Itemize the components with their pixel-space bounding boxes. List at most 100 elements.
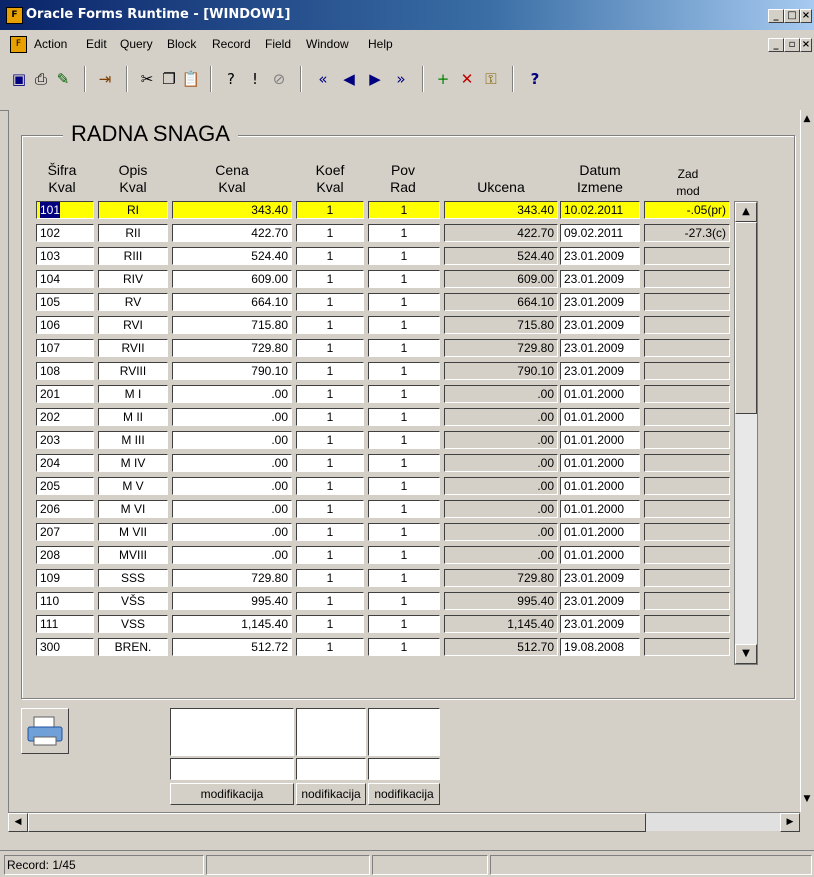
cell-koef[interactable]: 1 bbox=[296, 270, 364, 288]
cell-pov[interactable]: 1 bbox=[368, 500, 440, 518]
cell-koef[interactable]: 1 bbox=[296, 316, 364, 334]
cell-cena[interactable]: 995.40 bbox=[172, 592, 292, 610]
menu-action[interactable]: Action bbox=[34, 37, 67, 51]
clear-icon[interactable]: ✎ bbox=[52, 68, 74, 90]
enter-query-icon[interactable]: ? bbox=[220, 68, 242, 90]
horizontal-scrollbar[interactable]: ◀ ▶ bbox=[8, 812, 800, 832]
cell-cena[interactable]: .00 bbox=[172, 431, 292, 449]
mdi-close-icon[interactable]: × bbox=[800, 38, 812, 52]
cell-pov[interactable]: 1 bbox=[368, 339, 440, 357]
cell-koef[interactable]: 1 bbox=[296, 247, 364, 265]
cell-sifra[interactable]: 102 bbox=[36, 224, 94, 242]
cell-cena[interactable]: 664.10 bbox=[172, 293, 292, 311]
cell-cena[interactable]: .00 bbox=[172, 477, 292, 495]
cell-cena[interactable]: 512.72 bbox=[172, 638, 292, 656]
execute-query-icon[interactable]: ! bbox=[244, 68, 266, 90]
cell-cena[interactable]: 524.40 bbox=[172, 247, 292, 265]
cell-datum[interactable]: 01.01.2000 bbox=[560, 431, 640, 449]
cell-opis[interactable]: RVIII bbox=[98, 362, 168, 380]
cell-datum[interactable]: 10.02.2011 bbox=[560, 201, 640, 219]
cell-pov[interactable]: 1 bbox=[368, 408, 440, 426]
cell-koef[interactable]: 1 bbox=[296, 500, 364, 518]
cell-pov[interactable]: 1 bbox=[368, 523, 440, 541]
previous-record-icon[interactable]: ◀ bbox=[338, 68, 360, 90]
cell-sifra[interactable]: 300 bbox=[36, 638, 94, 656]
cell-sifra[interactable]: 109 bbox=[36, 569, 94, 587]
cell-sifra[interactable]: 103 bbox=[36, 247, 94, 265]
cell-pov[interactable]: 1 bbox=[368, 546, 440, 564]
cell-datum[interactable]: 01.01.2000 bbox=[560, 385, 640, 403]
modifikacija-button-1[interactable]: modifikacija bbox=[170, 783, 294, 805]
mdi-minimize-icon[interactable]: _ bbox=[768, 38, 784, 52]
exit-icon[interactable]: ⇥ bbox=[94, 68, 116, 90]
modifikacija-input-2[interactable] bbox=[296, 758, 366, 780]
modifikacija-field-2[interactable] bbox=[296, 708, 366, 756]
cell-sifra[interactable]: 107 bbox=[36, 339, 94, 357]
cell-pov[interactable]: 1 bbox=[368, 454, 440, 472]
cell-sifra[interactable]: 104 bbox=[36, 270, 94, 288]
cell-datum[interactable]: 23.01.2009 bbox=[560, 615, 640, 633]
cell-koef[interactable]: 1 bbox=[296, 201, 364, 219]
first-record-icon[interactable]: « bbox=[312, 68, 334, 90]
cell-pov[interactable]: 1 bbox=[368, 224, 440, 242]
cell-koef[interactable]: 1 bbox=[296, 454, 364, 472]
cell-datum[interactable]: 01.01.2000 bbox=[560, 454, 640, 472]
modifikacija-input-3[interactable] bbox=[368, 758, 440, 780]
cell-cena[interactable]: .00 bbox=[172, 500, 292, 518]
cell-datum[interactable]: 23.01.2009 bbox=[560, 569, 640, 587]
cell-opis[interactable]: RVI bbox=[98, 316, 168, 334]
cell-opis[interactable]: VŠS bbox=[98, 592, 168, 610]
cell-pov[interactable]: 1 bbox=[368, 362, 440, 380]
cell-sifra[interactable]: 207 bbox=[36, 523, 94, 541]
cell-koef[interactable]: 1 bbox=[296, 362, 364, 380]
cell-cena[interactable]: 715.80 bbox=[172, 316, 292, 334]
hscroll-thumb[interactable] bbox=[28, 813, 646, 832]
cell-opis[interactable]: VSS bbox=[98, 615, 168, 633]
cell-datum[interactable]: 01.01.2000 bbox=[560, 523, 640, 541]
cell-opis[interactable]: M IV bbox=[98, 454, 168, 472]
cell-koef[interactable]: 1 bbox=[296, 569, 364, 587]
cell-opis[interactable]: M I bbox=[98, 385, 168, 403]
cell-cena[interactable]: 1,145.40 bbox=[172, 615, 292, 633]
scroll-up-icon[interactable]: ▲ bbox=[735, 202, 757, 222]
cell-pov[interactable]: 1 bbox=[368, 293, 440, 311]
cell-sifra[interactable]: 105 bbox=[36, 293, 94, 311]
window-vertical-scrollbar[interactable]: ▲ ▼ bbox=[800, 110, 814, 812]
menu-query[interactable]: Query bbox=[120, 37, 153, 51]
cell-datum[interactable]: 01.01.2000 bbox=[560, 546, 640, 564]
cell-koef[interactable]: 1 bbox=[296, 293, 364, 311]
menu-block[interactable]: Block bbox=[167, 37, 196, 51]
mdi-restore-icon[interactable]: ▫ bbox=[784, 38, 800, 52]
scroll-down-icon[interactable]: ▼ bbox=[801, 790, 813, 808]
cell-cena[interactable]: .00 bbox=[172, 385, 292, 403]
cell-sifra[interactable]: 111 bbox=[36, 615, 94, 633]
modifikacija-button-2[interactable]: nodifikacija bbox=[296, 783, 366, 805]
cell-datum[interactable]: 01.01.2000 bbox=[560, 500, 640, 518]
cell-opis[interactable]: RIII bbox=[98, 247, 168, 265]
scroll-down-icon[interactable]: ▼ bbox=[735, 644, 757, 664]
cell-opis[interactable]: RV bbox=[98, 293, 168, 311]
print-button[interactable] bbox=[21, 708, 69, 754]
menu-help[interactable]: Help bbox=[368, 37, 393, 51]
cell-pov[interactable]: 1 bbox=[368, 201, 440, 219]
cell-datum[interactable]: 23.01.2009 bbox=[560, 316, 640, 334]
scroll-thumb[interactable] bbox=[735, 222, 757, 414]
modifikacija-field-3[interactable] bbox=[368, 708, 440, 756]
next-record-icon[interactable]: ▶ bbox=[364, 68, 386, 90]
cell-pov[interactable]: 1 bbox=[368, 270, 440, 288]
cell-datum[interactable]: 19.08.2008 bbox=[560, 638, 640, 656]
cell-opis[interactable]: M VII bbox=[98, 523, 168, 541]
close-icon[interactable]: × bbox=[800, 9, 812, 23]
cell-cena[interactable]: .00 bbox=[172, 454, 292, 472]
cell-sifra[interactable]: 204 bbox=[36, 454, 94, 472]
cell-opis[interactable]: RI bbox=[98, 201, 168, 219]
cell-sifra[interactable]: 106 bbox=[36, 316, 94, 334]
cell-cena[interactable]: .00 bbox=[172, 408, 292, 426]
scroll-left-icon[interactable]: ◀ bbox=[8, 813, 28, 832]
menu-field[interactable]: Field bbox=[265, 37, 291, 51]
cell-koef[interactable]: 1 bbox=[296, 224, 364, 242]
cell-sifra[interactable]: 108 bbox=[36, 362, 94, 380]
cell-cena[interactable]: 790.10 bbox=[172, 362, 292, 380]
cell-datum[interactable]: 23.01.2009 bbox=[560, 592, 640, 610]
cell-datum[interactable]: 23.01.2009 bbox=[560, 270, 640, 288]
